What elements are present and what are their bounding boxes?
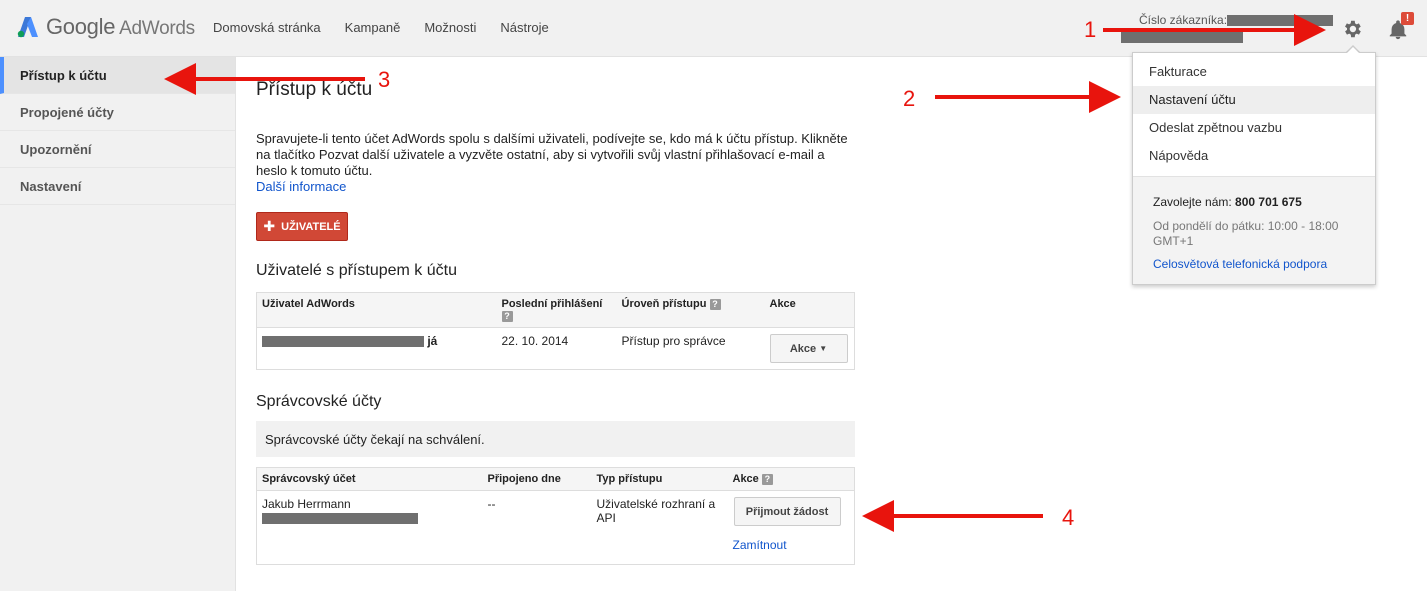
annotation-1: 1 xyxy=(1084,17,1097,42)
main-nav: Domovská stránka Kampaně Možnosti Nástro… xyxy=(213,20,573,35)
last-login-cell: 22. 10. 2014 xyxy=(501,334,569,348)
phone-support-link[interactable]: Celosvětová telefonická podpora xyxy=(1153,257,1355,271)
plus-icon: ✚ xyxy=(263,218,276,234)
manager-section-title: Správcovské účty xyxy=(256,393,382,410)
top-bar: Google AdWords Domovská stránka Kampaně M… xyxy=(0,0,1427,57)
users-section-title: Uživatelé s přístupem k účtu xyxy=(256,262,457,279)
col-manager-account: Správcovský účet xyxy=(256,467,483,491)
support-panel: Zavolejte nám: 800 701 675 Od pondělí do… xyxy=(1133,176,1375,284)
sidebar-item-settings[interactable]: Nastavení xyxy=(0,168,235,205)
connected-on-cell: -- xyxy=(487,497,496,511)
annotation-2: 2 xyxy=(903,86,916,111)
actions-cell: Akce ▼ xyxy=(765,328,855,370)
menu-caret-inner xyxy=(1346,47,1360,54)
help-icon[interactable]: ? xyxy=(501,310,513,322)
support-hours: Od pondělí do pátku: 10:00 - 18:00 GMT+1 xyxy=(1153,219,1339,248)
table-row: Jakub Herrmann -- Uživatelské rozhraní a… xyxy=(257,491,855,565)
redacted-block xyxy=(262,513,418,525)
nav-opportunities[interactable]: Možnosti xyxy=(424,20,476,35)
manager-pending-notice: Správcovské účty čekají na schválení. xyxy=(256,421,855,457)
annotation-4: 4 xyxy=(1062,505,1075,530)
menu-item-feedback[interactable]: Odeslat zpětnou vazbu xyxy=(1133,114,1375,142)
settings-dropdown-menu: Fakturace Nastavení účtu Odeslat zpětnou… xyxy=(1132,52,1376,285)
users-table: Uživatel AdWords Poslední přihlášení? Úr… xyxy=(256,292,855,370)
col-connected-on: Připojeno dne xyxy=(482,467,592,491)
page-description: Spravujete-li tento účet AdWords spolu s… xyxy=(256,131,848,194)
redacted-block xyxy=(262,336,424,348)
col-last-login: Poslední přihlášení? xyxy=(496,292,617,328)
col-access-level: Úroveň přístupu ? xyxy=(616,292,765,328)
col-access-type: Typ přístupu xyxy=(591,467,728,491)
notification-badge: ! xyxy=(1401,12,1414,25)
menu-item-account-settings[interactable]: Nastavení účtu xyxy=(1133,86,1375,114)
nav-home[interactable]: Domovská stránka xyxy=(213,20,321,35)
adwords-logo-icon xyxy=(17,17,38,38)
sidebar-item-linked-accounts[interactable]: Propojené účty xyxy=(0,94,235,131)
menu-item-billing[interactable]: Fakturace xyxy=(1133,58,1375,86)
nav-campaigns[interactable]: Kampaně xyxy=(345,20,401,35)
annotation-3: 3 xyxy=(378,67,391,92)
gear-icon[interactable] xyxy=(1341,18,1363,40)
col-adwords-user: Uživatel AdWords xyxy=(256,292,497,328)
accept-request-button[interactable]: Přijmout žádost xyxy=(733,497,841,526)
access-level-cell: Přístup pro správce xyxy=(621,334,726,348)
actions-dropdown-button[interactable]: Akce ▼ xyxy=(769,334,848,363)
customer-id-label: Číslo zákazníka: xyxy=(1139,13,1228,27)
sidebar-item-notifications[interactable]: Upozornění xyxy=(0,131,235,168)
add-users-button[interactable]: ✚ UŽIVATELÉ xyxy=(256,212,348,241)
manager-actions-cell: Přijmout žádost Zamítnout xyxy=(728,491,855,565)
help-icon[interactable]: ? xyxy=(709,298,721,310)
sidebar-item-account-access[interactable]: Přístup k účtu xyxy=(0,57,235,94)
sidebar: Přístup k účtu Propojené účty Upozornění… xyxy=(0,57,236,591)
menu-item-help[interactable]: Nápověda xyxy=(1133,142,1375,170)
adwords-logo[interactable]: Google AdWords xyxy=(16,14,195,40)
page-title: Přístup k účtu xyxy=(256,79,373,100)
chevron-down-icon: ▼ xyxy=(819,344,828,353)
table-row: já 22. 10. 2014 Přístup pro správce Akce… xyxy=(257,328,855,370)
col-actions: Akce xyxy=(764,292,855,328)
reject-link[interactable]: Zamítnout xyxy=(733,538,787,552)
redacted-block xyxy=(1227,15,1334,27)
nav-tools[interactable]: Nástroje xyxy=(500,20,548,35)
access-type-cell: Uživatelské rozhraní a API xyxy=(596,497,716,525)
col-manager-actions: Akce ? xyxy=(727,467,855,491)
manager-table: Správcovský účet Připojeno dne Typ příst… xyxy=(256,467,855,565)
more-info-link[interactable]: Další informace xyxy=(256,179,346,194)
customer-id: Číslo zákazníka: xyxy=(1121,13,1334,44)
help-icon[interactable]: ? xyxy=(761,473,773,485)
logo-text: Google AdWords xyxy=(46,14,195,39)
user-cell: já xyxy=(257,328,497,370)
redacted-block xyxy=(1121,32,1243,44)
call-us: Zavolejte nám: 800 701 675 xyxy=(1153,195,1302,209)
manager-name-cell: Jakub Herrmann xyxy=(257,491,483,565)
